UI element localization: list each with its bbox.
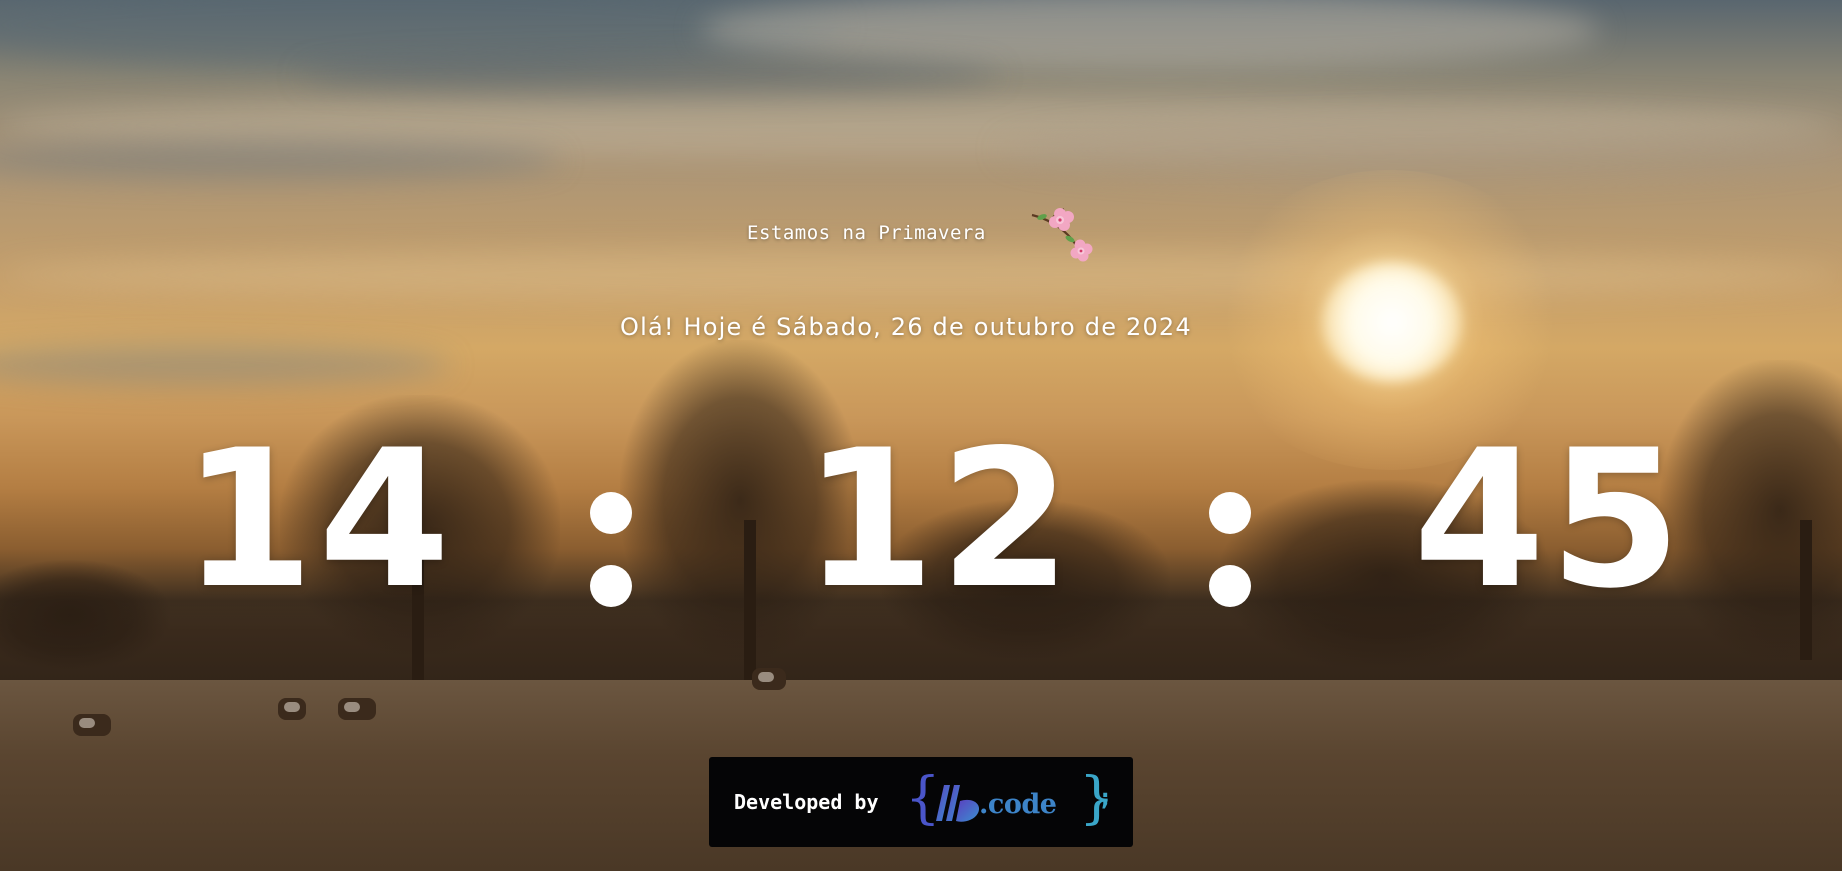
digital-clock: 14 12 45 (0, 409, 1842, 630)
cow (338, 698, 376, 720)
season-label: Estamos na Primavera (747, 222, 986, 244)
developer-credit-badge[interactable]: Developed by { .code } ; (709, 757, 1133, 847)
brand-name: .code (979, 789, 1057, 820)
developed-by-label: Developed by (734, 790, 879, 814)
semicolon: ; (1098, 783, 1113, 811)
cherry-blossom-icon (1031, 208, 1093, 262)
cloud (1000, 120, 1842, 180)
sun (1322, 262, 1462, 382)
clock-hours: 14 (182, 409, 455, 630)
clock-seconds: 45 (1413, 409, 1686, 630)
cow (278, 698, 306, 720)
date-greeting: Olá! Hoje é Sábado, 26 de outubro de 202… (620, 313, 1192, 341)
clock-separator (590, 492, 632, 607)
cloud (0, 345, 450, 385)
cloud (0, 140, 560, 180)
clock-separator (1209, 492, 1251, 607)
clock-minutes: 12 (803, 409, 1076, 630)
cloud (300, 55, 1000, 95)
cow (752, 668, 786, 690)
cow (73, 714, 111, 736)
